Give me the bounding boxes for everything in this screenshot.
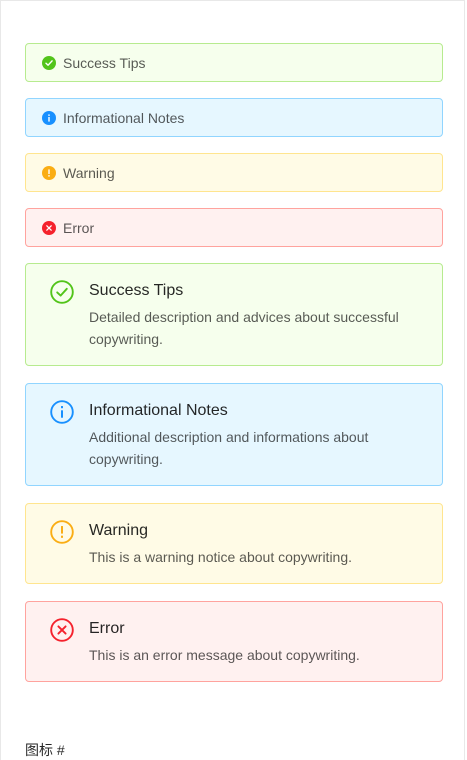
alert-success: Success Tips [25, 43, 443, 82]
alert-description: Detailed description and advices about s… [89, 309, 399, 347]
close-circle-outline-icon [50, 618, 74, 642]
alert-message: Error [89, 620, 125, 637]
info-circle-icon [42, 111, 56, 125]
alert-message: Informational Notes [63, 110, 185, 126]
alert-description: This is a warning notice about copywriti… [89, 549, 353, 565]
alert-warning: Warning [25, 153, 443, 192]
alert-info: Informational Notes [25, 98, 443, 137]
section-title: 图标 # [25, 742, 65, 758]
alert-description: This is an error message about copywriti… [89, 647, 360, 663]
alert-error: Error [25, 208, 443, 247]
alert-info-with-description: Informational Notes Additional descripti… [25, 383, 443, 486]
alerts-stack: Success Tips Informational Notes Warning [25, 43, 443, 699]
exclamation-circle-icon [42, 166, 56, 180]
alert-message: Success Tips [89, 282, 184, 299]
alert-message: Error [63, 220, 95, 236]
alert-message: Warning [89, 522, 148, 539]
check-circle-outline-icon [50, 280, 74, 304]
exclamation-circle-outline-icon [50, 520, 74, 544]
close-circle-icon [42, 221, 56, 235]
alert-warning-with-description: Warning This is a warning notice about c… [25, 503, 443, 584]
alert-description: Additional description and informations … [89, 429, 369, 467]
check-circle-icon [42, 56, 56, 70]
alert-success-with-description: Success Tips Detailed description and ad… [25, 263, 443, 366]
alert-message: Informational Notes [89, 402, 228, 419]
alert-message: Warning [63, 165, 115, 181]
info-circle-outline-icon [50, 400, 74, 424]
alert-error-with-description: Error This is an error message about cop… [25, 601, 443, 682]
alert-message: Success Tips [63, 55, 146, 71]
